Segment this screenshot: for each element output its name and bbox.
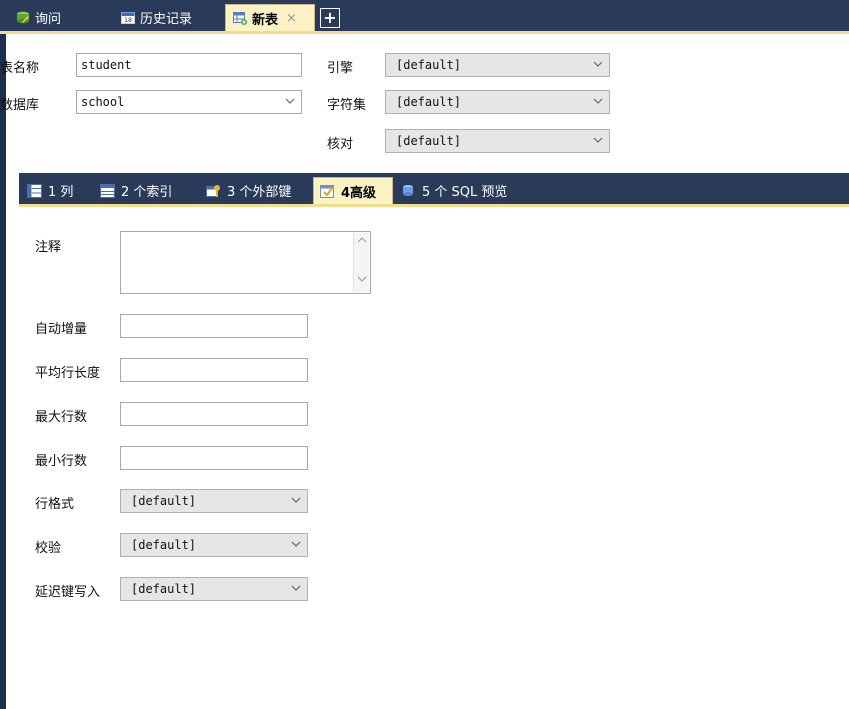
engine-label: 引擎 bbox=[327, 61, 354, 76]
comment-textarea[interactable] bbox=[120, 231, 371, 294]
chevron-down-icon bbox=[593, 94, 603, 108]
query-icon bbox=[16, 11, 30, 24]
close-icon[interactable]: × bbox=[286, 11, 297, 26]
avg-row-length-label: 平均行长度 bbox=[35, 366, 101, 381]
delay-key-write-value: [default] bbox=[131, 582, 197, 596]
database-label: 数据库 bbox=[0, 98, 40, 113]
charset-select[interactable]: [default] bbox=[385, 90, 610, 114]
tab-query[interactable]: 询问 bbox=[0, 4, 95, 31]
columns-icon bbox=[27, 183, 42, 198]
tab-advanced-label: 4高级 bbox=[341, 185, 377, 201]
chevron-down-icon bbox=[285, 94, 295, 108]
chevron-down-icon bbox=[593, 133, 603, 147]
svg-text:18: 18 bbox=[124, 17, 132, 24]
row-format-select[interactable]: [default] bbox=[120, 489, 308, 513]
scroll-down-icon[interactable] bbox=[354, 274, 370, 290]
tab-history-label: 历史记录 bbox=[140, 12, 193, 27]
new-table-icon bbox=[233, 11, 247, 25]
row-format-value: [default] bbox=[131, 494, 197, 508]
sql-preview-icon bbox=[401, 184, 416, 198]
tab-history[interactable]: 18 历史记录 bbox=[105, 4, 222, 31]
tab-foreign-keys[interactable]: 3 个外部键 bbox=[198, 177, 314, 204]
charset-select-value: [default] bbox=[396, 95, 462, 109]
min-rows-label: 最小行数 bbox=[35, 454, 88, 469]
max-rows-input[interactable] bbox=[120, 402, 308, 426]
tab-query-label: 询问 bbox=[35, 12, 62, 27]
engine-select[interactable]: [default] bbox=[385, 53, 610, 77]
add-tab-button[interactable]: + bbox=[320, 8, 340, 28]
calendar-icon: 18 bbox=[121, 11, 135, 24]
checksum-value: [default] bbox=[131, 538, 197, 552]
tab-columns[interactable]: 1 列 bbox=[19, 177, 92, 204]
tab-sql-preview-label: 5 个 SQL 预览 bbox=[422, 185, 508, 200]
table-name-input[interactable]: student bbox=[76, 53, 302, 77]
tab-columns-label: 1 列 bbox=[48, 185, 74, 200]
index-icon bbox=[100, 183, 115, 198]
avg-row-length-input[interactable] bbox=[120, 358, 308, 382]
auto-increment-input[interactable] bbox=[120, 314, 308, 338]
tab-indexes-label: 2 个索引 bbox=[121, 185, 173, 200]
comment-label: 注释 bbox=[35, 240, 62, 255]
advanced-icon bbox=[320, 184, 335, 198]
comment-scrollbar[interactable] bbox=[353, 233, 369, 292]
engine-select-value: [default] bbox=[396, 58, 462, 72]
tab-new-table-label: 新表 bbox=[252, 12, 279, 28]
collation-select-value: [default] bbox=[396, 134, 462, 148]
chevron-down-icon bbox=[291, 537, 301, 551]
tab-advanced[interactable]: 4高级 bbox=[313, 177, 393, 204]
foreign-key-icon bbox=[206, 184, 221, 198]
sub-tab-bar: 1 列 2 个索引 3 个外部键 4高级 5 个 SQL 预览 bbox=[19, 173, 849, 204]
chevron-down-icon bbox=[291, 581, 301, 595]
database-select[interactable]: school bbox=[76, 90, 302, 114]
auto-increment-label: 自动增量 bbox=[35, 322, 88, 337]
collation-label: 核对 bbox=[327, 137, 354, 152]
checksum-label: 校验 bbox=[35, 541, 62, 556]
chevron-down-icon bbox=[291, 493, 301, 507]
chevron-down-icon bbox=[593, 57, 603, 71]
delay-key-write-label: 延迟键写入 bbox=[35, 585, 101, 600]
row-format-label: 行格式 bbox=[35, 497, 75, 512]
tab-foreign-keys-label: 3 个外部键 bbox=[227, 185, 292, 200]
tab-new-table[interactable]: 新表 × bbox=[225, 4, 315, 31]
tab-sql-preview[interactable]: 5 个 SQL 预览 bbox=[393, 177, 539, 204]
top-tab-bar: 询问 18 历史记录 新表 × + bbox=[0, 0, 849, 31]
scroll-up-icon[interactable] bbox=[354, 235, 370, 251]
checksum-select[interactable]: [default] bbox=[120, 533, 308, 557]
collation-select[interactable]: [default] bbox=[385, 129, 610, 153]
tab-indexes[interactable]: 2 个索引 bbox=[92, 177, 198, 204]
charset-label: 字符集 bbox=[327, 98, 367, 113]
database-select-value: school bbox=[81, 95, 125, 109]
delay-key-write-select[interactable]: [default] bbox=[120, 577, 308, 601]
max-rows-label: 最大行数 bbox=[35, 410, 88, 425]
table-name-label: 表名称 bbox=[0, 61, 40, 76]
min-rows-input[interactable] bbox=[120, 446, 308, 470]
